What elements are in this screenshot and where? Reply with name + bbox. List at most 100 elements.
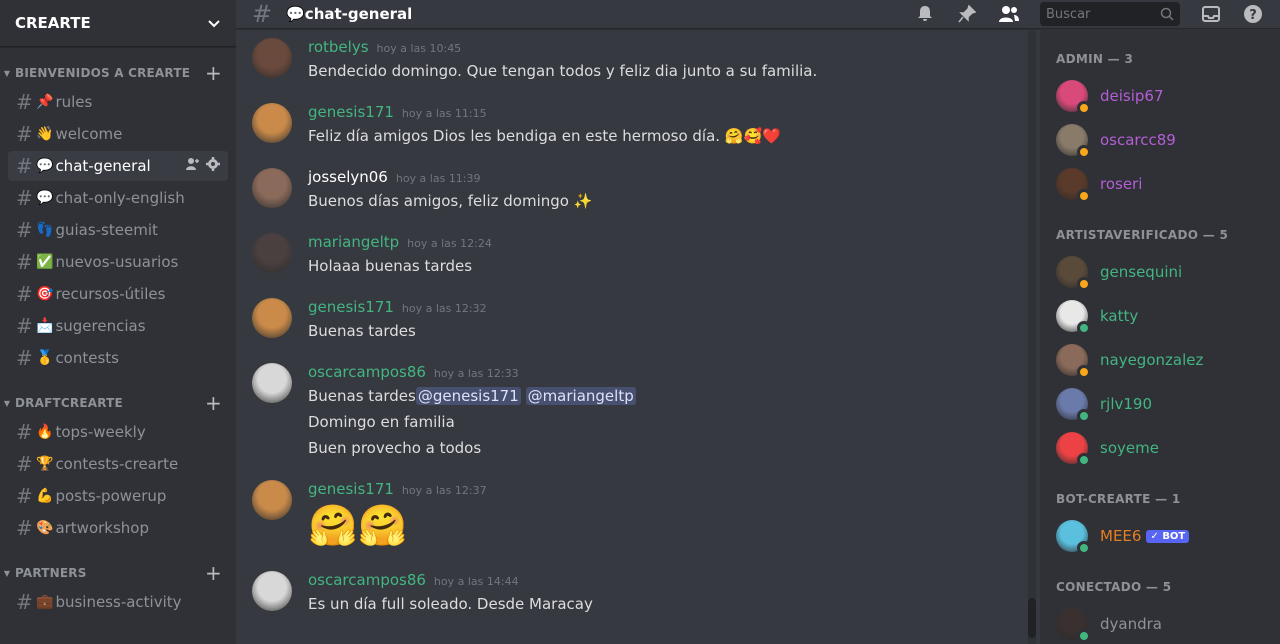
avatar[interactable] [252, 168, 292, 208]
channel-name: artworkshop [55, 519, 149, 537]
avatar[interactable] [252, 363, 292, 403]
caret-down-icon: ▼ [3, 568, 11, 578]
channel-item-artworkshop[interactable]: # 🎨 artworkshop [8, 513, 228, 543]
channel-name: rules [55, 93, 93, 111]
channel-item-contests[interactable]: # 🥇 contests [8, 343, 228, 373]
channel-item-rules[interactable]: # 📌 rules [8, 87, 228, 117]
user-mention[interactable]: @genesis171 [415, 387, 521, 405]
channel-name: chat-only-english [55, 189, 185, 207]
avatar [1056, 300, 1091, 335]
author-name[interactable]: genesis171 [308, 103, 394, 121]
message-text: Buenas tardes @genesis171 @mariangeltp [308, 383, 1040, 409]
status-indicator [1077, 541, 1091, 555]
avatar[interactable] [252, 103, 292, 143]
add-channel-icon[interactable]: + [205, 393, 222, 413]
channel-item-contests-crearte[interactable]: # 🏆 contests-crearte [8, 449, 228, 479]
message-body: mariangeltp hoy a las 12:24 Holaaa buenas … [308, 233, 1040, 279]
category-header[interactable]: ▼ PARTNERS + [0, 561, 236, 585]
member-item-soyeme[interactable]: soyeme [1056, 426, 1272, 470]
channel-title: 💬chat-general [286, 5, 413, 23]
member-item-gensequini[interactable]: gensequini [1056, 250, 1272, 294]
bell-icon[interactable] [914, 3, 936, 25]
author-name[interactable]: mariangeltp [308, 233, 399, 251]
help-icon[interactable]: ? [1242, 3, 1264, 25]
message-body: oscarcampos86 hoy a las 14:44 Es un día fu… [308, 571, 1040, 617]
member-item-nayegonzalez[interactable]: nayegonzalez [1056, 338, 1272, 382]
hash-icon: # [16, 346, 33, 370]
add-channel-icon[interactable]: + [205, 563, 222, 583]
avatar[interactable] [252, 38, 292, 78]
channel-item-business-activity[interactable]: # 💼 business-activity [8, 587, 228, 617]
status-indicator [1077, 145, 1091, 159]
inbox-icon[interactable] [1200, 3, 1222, 25]
channel-item-recursos-útiles[interactable]: # 🎯 recursos-útiles [8, 279, 228, 309]
scrollbar[interactable] [1028, 29, 1036, 644]
author-name[interactable]: rotbelys [308, 38, 369, 56]
channel-name: contests [55, 349, 119, 367]
author-name[interactable]: genesis171 [308, 480, 394, 498]
message-text: Feliz día amigos Dios les bendiga en est… [308, 123, 1040, 149]
add-channel-icon[interactable]: + [205, 63, 222, 83]
avatar [1056, 80, 1091, 115]
status-indicator [1077, 453, 1091, 467]
timestamp: hoy a las 12:33 [433, 367, 519, 380]
member-item-rjlv190[interactable]: rjlv190 [1056, 382, 1272, 426]
channel-item-tops-weekly[interactable]: # 🔥 tops-weekly [8, 417, 228, 447]
message: oscarcampos86 hoy a las 12:33 Buenas tarde… [252, 354, 1040, 461]
hash-icon: # [16, 154, 33, 178]
status-indicator [1077, 321, 1091, 335]
gear-icon[interactable] [206, 157, 220, 175]
category-spacer [0, 375, 236, 387]
member-item-katty[interactable]: katty [1056, 294, 1272, 338]
message: genesis171 hoy a las 12:37 🤗🤗 [252, 471, 1040, 552]
author-name[interactable]: genesis171 [308, 298, 394, 316]
message-header: genesis171 hoy a las 12:32 [308, 298, 1040, 318]
timestamp: hoy a las 14:44 [433, 575, 519, 588]
user-mention[interactable]: @mariangeltp [525, 387, 636, 405]
discord-app: CREARTE ▼ BIENVENIDOS A CREARTE + # 📌 rules # 👋… [0, 0, 1280, 644]
channel-item-nuevos-usuarios[interactable]: # ✅ nuevos-usuarios [8, 247, 228, 277]
channel-emoji: 💬 [36, 190, 54, 206]
member-item-deisip67[interactable]: deisip67 [1056, 74, 1272, 118]
channel-name: welcome [55, 125, 123, 143]
status-indicator [1077, 629, 1091, 643]
channel-item-welcome[interactable]: # 👋 welcome [8, 119, 228, 149]
category-header[interactable]: ▼ BIENVENIDOS A CREARTE + [0, 61, 236, 85]
channel-item-sugerencias[interactable]: # 📩 sugerencias [8, 311, 228, 341]
avatar[interactable] [252, 298, 292, 338]
member-item-dyandra[interactable]: dyandra [1056, 602, 1272, 644]
message: genesis171 hoy a las 12:32 Buenas tardes [252, 289, 1040, 344]
channel-emoji: 📩 [36, 318, 54, 334]
member-item-oscarcc89[interactable]: oscarcc89 [1056, 118, 1272, 162]
author-name[interactable]: oscarcampos86 [308, 363, 426, 381]
member-group-header: ARTISTAVERIFICADO — 5 [1056, 228, 1229, 242]
avatar[interactable] [252, 233, 292, 273]
member-item-roseri[interactable]: roseri [1056, 162, 1272, 206]
search-input[interactable]: Buscar [1040, 2, 1180, 26]
message-body: josselyn06 hoy a las 11:39 Buenos días ami… [308, 168, 1040, 214]
avatar[interactable] [252, 480, 292, 520]
member-name: deisip67 [1100, 87, 1164, 105]
member-item-MEE6[interactable]: MEE6 ✓ BOT [1056, 514, 1272, 558]
avatar[interactable] [252, 571, 292, 611]
invite-icon[interactable] [186, 157, 200, 175]
avatar [1056, 432, 1091, 467]
channel-item-guias-steemit[interactable]: # 👣 guias-steemit [8, 215, 228, 245]
author-name[interactable]: josselyn06 [308, 168, 388, 186]
scroll-thumb[interactable] [1028, 598, 1036, 638]
server-header[interactable]: CREARTE [0, 0, 236, 47]
channel-item-chat-general[interactable]: # 💬 chat-general [8, 151, 228, 181]
channel-item-chat-only-english[interactable]: # 💬 chat-only-english [8, 183, 228, 213]
message-text: Buenas tardes [308, 318, 1040, 344]
channel-item-posts-powerup[interactable]: # 💪 posts-powerup [8, 481, 228, 511]
channel-emoji: ✅ [36, 254, 54, 270]
message: oscarcampos86 hoy a las 14:44 Es un día fu… [252, 562, 1040, 617]
members-icon[interactable] [998, 3, 1020, 25]
category-header[interactable]: ▼ DRAFTCREARTE + [0, 391, 236, 415]
pin-icon[interactable] [956, 3, 978, 25]
author-name[interactable]: oscarcampos86 [308, 571, 426, 589]
channel-emoji: 🥇 [36, 350, 54, 366]
